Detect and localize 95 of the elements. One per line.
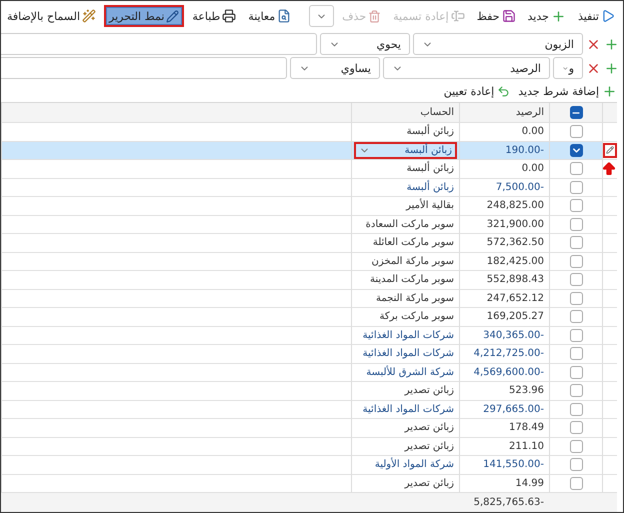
balance-cell: 340,365.00- xyxy=(483,330,544,341)
balance-cell: 321,900.00 xyxy=(486,218,544,230)
toolbar-button[interactable]: طباعة xyxy=(188,5,240,27)
balance-cell: 211.10 xyxy=(509,440,544,452)
field-dropdown[interactable]: الزبون xyxy=(413,33,583,55)
plus-icon xyxy=(550,8,566,24)
checkbox[interactable] xyxy=(570,292,582,305)
balance-cell: 178.49 xyxy=(509,422,544,434)
account-cell: شركات المواد الغذائية xyxy=(362,348,454,360)
total-cell: 5,825,765.63- xyxy=(474,496,544,508)
balance-cell: 182,425.00 xyxy=(486,256,544,267)
balance-cell: 141,550.00- xyxy=(483,459,544,470)
account-cell: سوبر ماركت العائلة xyxy=(372,237,454,248)
account-cell: شركات المواد الغذائية xyxy=(362,330,454,341)
checkbox[interactable] xyxy=(570,440,582,453)
account-cell: سوبر ماركت المدينة xyxy=(370,274,454,286)
checkbox[interactable] xyxy=(570,162,582,176)
checkbox[interactable] xyxy=(570,421,582,434)
operator-dropdown[interactable]: يساوي xyxy=(290,57,380,79)
balance-cell: 190.00- xyxy=(505,144,544,156)
checkbox[interactable] xyxy=(570,328,582,342)
toolbar-button[interactable]: حفظ xyxy=(472,5,520,27)
balance-cell: 247,652.12 xyxy=(486,292,544,304)
account-cell: شركة المواد الأولية xyxy=(374,459,454,470)
filter-action-button[interactable]: إضافة شرط جديد xyxy=(518,84,617,98)
balance-cell: 14.99 xyxy=(515,478,544,489)
account-cell: زبائن ألبسة xyxy=(406,126,454,138)
dropdown[interactable] xyxy=(309,5,334,27)
account-cell: زبائن تصدير xyxy=(404,478,454,489)
column-header[interactable]: الحساب xyxy=(420,107,454,118)
rename-icon xyxy=(450,9,465,23)
field-dropdown[interactable]: الرصيد xyxy=(383,57,550,79)
checkbox[interactable] xyxy=(570,144,582,157)
toolbar-button[interactable]: جديد xyxy=(524,5,570,27)
checkbox[interactable] xyxy=(570,236,582,250)
account-cell: بقالية الأمير xyxy=(406,200,454,212)
toolbar-button[interactable]: معاينة xyxy=(244,5,296,27)
account-cell: شركات المواد الغذائية xyxy=(362,404,454,415)
wand-icon xyxy=(82,9,96,23)
save-icon xyxy=(502,9,516,23)
balance-cell: 572,362.50 xyxy=(486,237,544,248)
checkbox[interactable] xyxy=(570,254,582,268)
balance-cell: 552,898.43 xyxy=(486,274,544,286)
account-cell: سوبر ماركة النجمة xyxy=(376,292,454,304)
checkbox[interactable] xyxy=(570,180,582,194)
column-header[interactable]: الرصيد xyxy=(516,107,544,118)
balance-cell: 4,569,600.00- xyxy=(474,366,544,378)
account-cell: زبائن ألبسة xyxy=(406,163,454,174)
balance-cell: 169,205.27 xyxy=(486,311,544,322)
toolbar-button[interactable]: نمط التحرير xyxy=(104,5,184,27)
edit-indicator xyxy=(603,142,617,158)
add-button[interactable] xyxy=(604,60,619,76)
printer-icon xyxy=(222,9,236,23)
add-button[interactable] xyxy=(604,36,619,52)
account-cell: زبائن تصدير xyxy=(404,440,454,452)
preview-icon xyxy=(277,9,292,23)
account-cell: سوبر ماركت السعادة xyxy=(366,218,454,230)
plus-icon xyxy=(602,84,617,98)
balance-cell: 7,500.00- xyxy=(496,182,544,193)
checkbox[interactable] xyxy=(570,384,582,398)
toolbar-button[interactable]: السماح بالإضافة xyxy=(2,5,100,27)
balance-cell: 0.00 xyxy=(522,163,544,174)
balance-cell: 4,212,725.00- xyxy=(474,348,544,360)
account-cell: سوبر ماركة المخزن xyxy=(372,256,454,267)
balance-cell: 0.00 xyxy=(522,126,544,138)
value-field[interactable] xyxy=(1,57,287,79)
checkbox[interactable] xyxy=(570,310,582,324)
checkbox[interactable] xyxy=(570,402,582,416)
balance-cell: 523.96 xyxy=(509,385,544,396)
checkbox[interactable] xyxy=(570,366,582,379)
checkbox[interactable] xyxy=(570,347,582,360)
account-dropdown[interactable]: زبائن ألبسة xyxy=(354,142,457,159)
checkbox[interactable] xyxy=(570,199,582,212)
checkbox[interactable] xyxy=(570,458,582,472)
checkbox[interactable] xyxy=(570,476,582,490)
account-cell: زبائن تصدير xyxy=(404,385,454,396)
reset-icon xyxy=(497,84,510,98)
account-cell: شركة الشرق للألبسة xyxy=(366,366,454,378)
trash-icon xyxy=(368,10,382,22)
header-checkbox[interactable] xyxy=(570,106,582,119)
balance-cell: 248,825.00 xyxy=(486,200,544,212)
account-cell: زبائن تصدير xyxy=(404,422,454,434)
filter-action-button[interactable]: إعادة تعيين xyxy=(444,84,510,98)
checkbox[interactable] xyxy=(570,125,582,138)
checkbox[interactable] xyxy=(570,218,582,231)
balance-cell: 297,665.00- xyxy=(483,404,544,415)
operator-dropdown[interactable]: يحوي xyxy=(320,33,410,55)
conjunction-dropdown[interactable]: و xyxy=(553,57,583,79)
pencil-icon xyxy=(166,10,180,22)
toolbar-button[interactable]: تنفيذ xyxy=(574,5,619,27)
checkbox[interactable] xyxy=(570,273,582,286)
account-cell: زبائن ألبسة xyxy=(406,182,454,193)
value-field[interactable] xyxy=(1,33,317,55)
play-icon xyxy=(601,9,615,23)
account-cell: سوبر ماركت بركة xyxy=(380,311,454,322)
